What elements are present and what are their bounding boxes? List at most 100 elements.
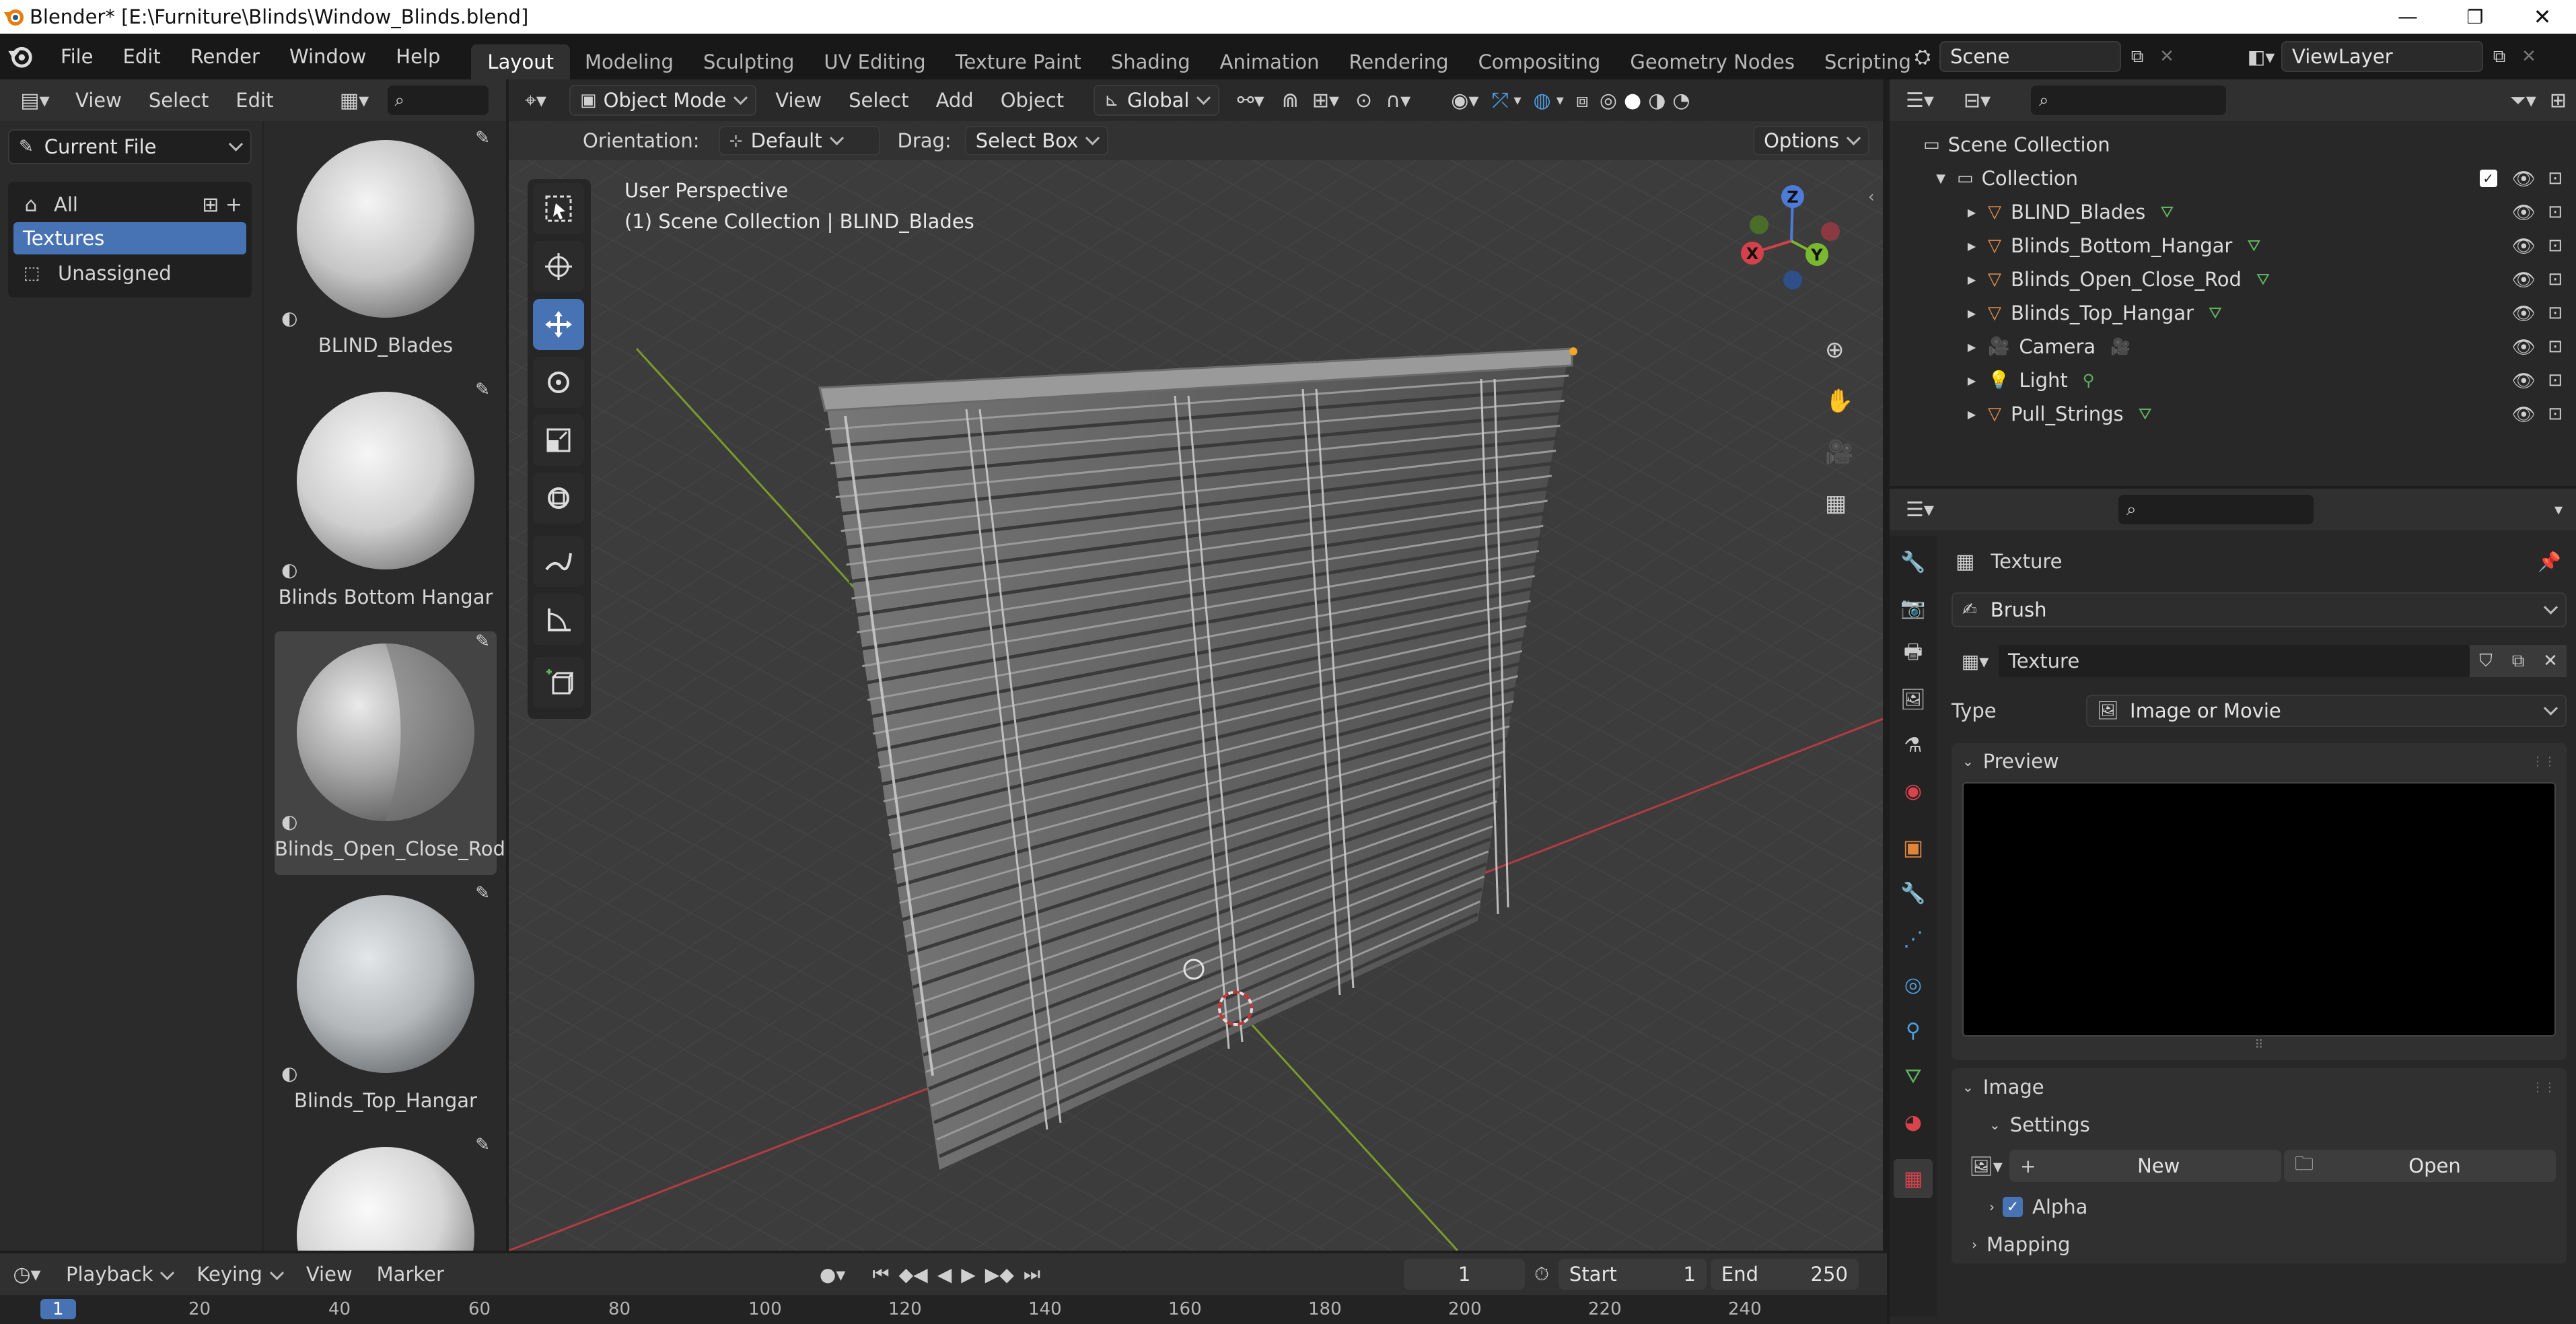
tab-layout[interactable]: Layout — [471, 44, 571, 79]
open-image-button[interactable]: 🗀 Open — [2284, 1150, 2556, 1182]
outliner-search-input[interactable]: ⌕ — [2031, 85, 2226, 115]
scene-selector[interactable]: ⛭ Scene ⧉ ✕ — [1906, 40, 2180, 73]
viewport-menu-object[interactable]: Object — [987, 89, 1077, 112]
render-camera-icon[interactable]: ⊡ — [2548, 269, 2563, 289]
close-window-button[interactable]: ✕ — [2509, 4, 2576, 30]
sidebar-toggle-icon[interactable]: ‹ — [1868, 187, 1875, 206]
asset-tile[interactable]: ✎ ◐ Blinds Bottom Hangar — [275, 380, 497, 623]
outliner-object-row[interactable]: ▶ ▽ Blinds_Bottom_Hangar ⛛ 👁 ⊡ — [1890, 229, 2576, 263]
edit-asset-icon[interactable]: ✎ — [475, 128, 490, 148]
new-collection-icon[interactable]: ⊞ — [2550, 89, 2567, 112]
menu-file[interactable]: File — [46, 45, 108, 68]
edit-asset-icon[interactable]: ✎ — [475, 1135, 490, 1155]
scale-tool-icon[interactable] — [533, 415, 584, 466]
modifier-tab-icon[interactable]: 🔧 — [1894, 874, 1933, 913]
visibility-icon[interactable]: ◉▾ — [1451, 89, 1478, 112]
rotate-tool-icon[interactable] — [533, 357, 584, 408]
prev-keyframe-icon[interactable]: ◆◀ — [899, 1263, 928, 1286]
drag-dropdown[interactable]: Select Box — [964, 126, 1109, 155]
copy-scene-icon[interactable]: ⧉ — [2121, 46, 2153, 67]
cursor-tool-icon[interactable] — [533, 241, 584, 292]
render-camera-icon[interactable]: ⊡ — [2548, 236, 2563, 256]
view-layer-tab-icon[interactable]: 🖼 — [1894, 680, 1933, 719]
visibility-eye-icon[interactable]: 👁 — [2512, 168, 2536, 190]
transform-tool-icon[interactable] — [533, 473, 584, 524]
outliner-editor-type-icon[interactable]: ☰▾ — [1890, 89, 1950, 112]
asset-search-input[interactable]: ⌕ — [388, 85, 489, 115]
mesh-data-icon[interactable]: ⛛ — [2209, 304, 2222, 322]
unlink-texture-icon[interactable]: ✕ — [2534, 645, 2567, 677]
options-dropdown[interactable]: Options — [1753, 126, 1869, 155]
play-reverse-icon[interactable]: ◀ — [937, 1263, 952, 1286]
next-keyframe-icon[interactable]: ▶◆ — [985, 1263, 1014, 1286]
expand-arrow-icon[interactable]: ▶ — [1962, 341, 1981, 353]
remove-viewlayer-icon[interactable]: ✕ — [2515, 46, 2542, 67]
library-selector[interactable]: ✎ Current File — [8, 129, 252, 164]
material-tab-icon[interactable]: ◕ — [1894, 1103, 1933, 1142]
menu-edit[interactable]: Edit — [108, 45, 176, 68]
physics-tab-icon[interactable]: ◎ — [1894, 965, 1933, 1004]
asset-tile-selected[interactable]: ✎ ◐ Blinds_Open_Close_Rod — [275, 631, 505, 875]
collection-row[interactable]: ▼ ▭ Collection ✓ 👁 ⊡ — [1890, 162, 2576, 195]
catalog-all[interactable]: ⌂ All ⊞ + — [8, 187, 252, 222]
menu-window[interactable]: Window — [275, 45, 381, 68]
outliner-object-row[interactable]: ▶ 💡 Light ⚲ 👁 ⊡ — [1890, 363, 2576, 397]
properties-editor-type-icon[interactable]: ☰▾ — [1890, 498, 1950, 522]
current-frame-field[interactable]: 1 — [1404, 1259, 1526, 1290]
move-tool-icon[interactable] — [533, 299, 584, 350]
edit-asset-icon[interactable]: ✎ — [475, 380, 490, 400]
viewport-menu-select[interactable]: Select — [835, 89, 922, 112]
perspective-toggle-icon[interactable]: ▦ — [1825, 478, 1847, 529]
properties-search-input[interactable]: ⌕ — [2118, 495, 2314, 524]
pin-icon[interactable]: 📌 — [2538, 551, 2561, 573]
camera-data-icon[interactable]: 🎥 — [2110, 337, 2131, 356]
menu-render[interactable]: Render — [176, 45, 275, 68]
measure-tool-icon[interactable] — [533, 594, 584, 645]
visibility-eye-icon[interactable]: 👁 — [2512, 336, 2536, 358]
add-cube-tool-icon[interactable] — [533, 657, 584, 708]
xray-icon[interactable]: ⧈ — [1576, 89, 1589, 112]
falloff-icon[interactable]: ∩▾ — [1386, 89, 1410, 112]
remove-scene-icon[interactable]: ✕ — [2153, 46, 2180, 67]
render-camera-icon[interactable]: ⊡ — [2548, 337, 2563, 357]
proportional-edit-icon[interactable]: ⊙ — [1355, 89, 1372, 112]
expand-arrow-icon[interactable]: ▶ — [1962, 240, 1981, 252]
tab-modeling[interactable]: Modeling — [570, 50, 688, 73]
render-tab-icon[interactable]: 📷 — [1894, 588, 1933, 627]
playback-menu[interactable]: Playback — [54, 1263, 184, 1286]
preview-resize-handle-icon[interactable]: ⠿ — [1952, 1038, 2567, 1052]
data-tab-icon[interactable]: ⛛ — [1894, 1057, 1933, 1096]
exclude-checkbox-icon[interactable]: ✓ — [2479, 170, 2497, 187]
pan-hand-icon[interactable]: ✋ — [1825, 376, 1853, 427]
shading-solid-icon[interactable]: ● — [1624, 89, 1641, 112]
snap-target-icon[interactable]: ⊞▾ — [1312, 89, 1339, 112]
timeline-editor-type-icon[interactable]: ◷▾ — [0, 1263, 54, 1286]
viewport-menu-add[interactable]: Add — [923, 89, 987, 112]
particles-tab-icon[interactable]: ⋰ — [1894, 919, 1933, 959]
light-data-icon[interactable]: ⚲ — [2083, 371, 2095, 390]
asset-menu-view[interactable]: View — [62, 89, 135, 112]
zoom-icon[interactable]: ⊕ — [1825, 324, 1845, 376]
settings-subpanel-header[interactable]: ⌄ Settings — [1952, 1106, 2567, 1144]
snap-icon[interactable]: ⋒ — [1282, 89, 1299, 112]
visibility-eye-icon[interactable]: 👁 — [2512, 235, 2536, 257]
drag-handle-icon[interactable]: ⋮⋮ — [2532, 1080, 2556, 1094]
output-tab-icon[interactable]: 🖶 — [1894, 634, 1933, 673]
outliner-object-row[interactable]: ▶ ▽ Pull_Strings ⛛ 👁 ⊡ — [1890, 397, 2576, 431]
select-box-tool-icon[interactable] — [533, 183, 584, 234]
outliner-object-row[interactable]: ▶ 🎥 Camera 🎥 👁 ⊡ — [1890, 330, 2576, 363]
shading-rendered-icon[interactable]: ◔ — [1672, 89, 1690, 112]
end-frame-field[interactable]: End 250 — [1710, 1259, 1859, 1290]
annotate-tool-icon[interactable] — [533, 536, 584, 587]
start-frame-field[interactable]: Start 1 — [1558, 1259, 1707, 1290]
visibility-eye-icon[interactable]: 👁 — [2512, 403, 2536, 425]
tab-texture-paint[interactable]: Texture Paint — [941, 50, 1096, 73]
edit-asset-icon[interactable]: ✎ — [475, 883, 490, 903]
expand-arrow-icon[interactable]: ▶ — [1962, 374, 1981, 387]
world-tab-icon[interactable]: ◉ — [1894, 771, 1933, 810]
overlay-icon[interactable]: ◍ — [1534, 89, 1551, 112]
outliner-object-row[interactable]: ▶ ▽ Blinds_Top_Hangar ⛛ 👁 ⊡ — [1890, 296, 2576, 330]
mapping-row[interactable]: › Mapping — [1952, 1226, 2567, 1263]
asset-tile[interactable]: ✎ ◐ Blinds_Top_Hangar — [275, 883, 497, 1127]
catalog-textures[interactable]: Textures — [13, 222, 246, 254]
